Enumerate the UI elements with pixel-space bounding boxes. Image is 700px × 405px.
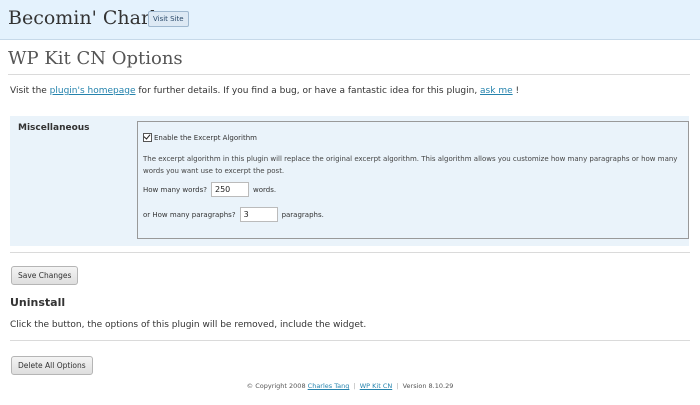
ask-me-link[interactable]: ask me (480, 86, 513, 96)
excerpt-checkbox-row[interactable]: Enable the Excerpt Algorithm (143, 133, 257, 142)
author-link[interactable]: Charles Tang (308, 382, 350, 390)
intro-text: Visit the plugin's homepage for further … (10, 86, 519, 96)
paragraphs-row: or How many paragraphs? 3 paragraphs. (143, 207, 324, 222)
plugin-link[interactable]: WP Kit CN (360, 382, 393, 390)
section-divider (10, 252, 690, 253)
footer-version: Version 8.10.29 (402, 382, 454, 390)
intro-before: Visit the (10, 86, 50, 96)
uninstall-heading: Uninstall (10, 296, 66, 309)
delete-all-options-button[interactable]: Delete All Options (11, 356, 93, 375)
miscellaneous-label: Miscellaneous (18, 123, 90, 133)
intro-after: ! (512, 86, 520, 96)
excerpt-description: The excerpt algorithm in this plugin wil… (143, 155, 678, 175)
paragraphs-label: or How many paragraphs? (143, 210, 236, 219)
paragraphs-suffix: paragraphs. (281, 210, 324, 219)
paragraphs-input[interactable]: 3 (239, 207, 278, 222)
excerpt-checkbox[interactable] (143, 133, 152, 142)
page-title: WP Kit CN Options (8, 48, 183, 69)
title-divider (8, 74, 690, 75)
words-suffix: words. (252, 185, 277, 194)
save-changes-button[interactable]: Save Changes (11, 266, 79, 285)
plugin-homepage-link[interactable]: plugin's homepage (50, 86, 136, 96)
uninstall-divider (10, 340, 690, 341)
site-header: Becomin' Charles Visit Site (0, 0, 700, 40)
visit-site-button[interactable]: Visit Site (148, 11, 189, 27)
intro-middle: for further details. If you find a bug, … (135, 86, 481, 96)
excerpt-checkbox-label[interactable]: Enable the Excerpt Algorithm (154, 134, 257, 142)
uninstall-text: Click the button, the options of this pl… (10, 320, 367, 330)
words-row: How many words? 250 words. (143, 182, 276, 197)
excerpt-options-box: Enable the Excerpt Algorithm The excerpt… (137, 121, 689, 239)
words-input[interactable]: 250 (210, 182, 249, 197)
footer-separator: | (396, 382, 399, 390)
footer: © Copyright 2008 Charles Tang | WP Kit C… (0, 382, 700, 390)
footer-copyright: © Copyright 2008 (246, 382, 306, 390)
miscellaneous-panel: Miscellaneous Enable the Excerpt Algorit… (10, 116, 689, 246)
footer-separator: | (353, 382, 356, 390)
words-label: How many words? (143, 185, 207, 194)
